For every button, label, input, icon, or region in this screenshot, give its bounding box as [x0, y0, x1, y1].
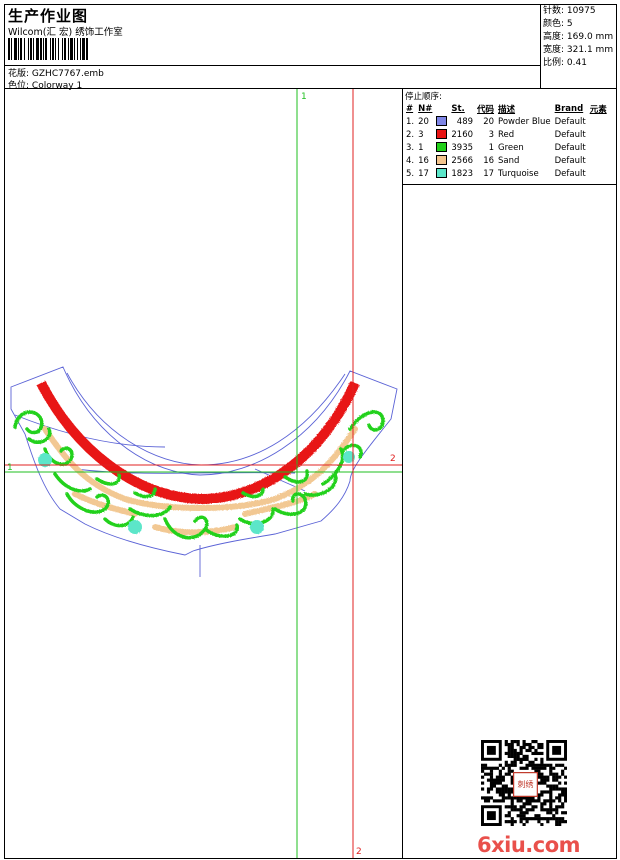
row-stitches: 2566 — [451, 155, 474, 166]
company-name: Wilcom(汇 宏) 绣饰工作室 — [8, 27, 123, 38]
row-stitches: 489 — [456, 116, 474, 127]
row-code: 16 — [483, 155, 495, 166]
page-title: 生产作业图 — [8, 7, 89, 25]
green-guide-label-top: 1 — [301, 92, 307, 102]
row-code: 20 — [483, 116, 495, 127]
row-needle: 16 — [418, 155, 429, 166]
row-brand: Default — [554, 155, 586, 166]
stat-scale: 比例: 0.41 — [543, 58, 587, 68]
col-element: 元素 — [589, 104, 607, 115]
stats-panel: 针数: 10975 颜色: 5 高度: 169.0 mm 宽度: 321.1 m… — [541, 5, 616, 89]
design-canvas[interactable]: 1 1 2 2 — [5, 89, 403, 858]
row-code: 1 — [488, 142, 495, 153]
row-index: 4. — [406, 155, 415, 166]
row-stitches: 1823 — [451, 168, 474, 179]
table-row[interactable]: 4. 16 2566 16 Sand Default — [404, 154, 609, 167]
qr-seal-text: 刺绣 — [517, 779, 533, 789]
table-row[interactable]: 5. 17 1823 17 Turquoise Default — [404, 167, 609, 180]
col-description: 描述 — [498, 104, 516, 115]
table-header-row: # N# St. 代码 描述 Brand 元素 — [404, 102, 609, 115]
row-needle: 1 — [418, 142, 424, 153]
row-brand: Default — [554, 142, 586, 153]
row-index: 5. — [406, 168, 415, 179]
row-description: Powder Blue — [498, 116, 551, 127]
color-swatch — [436, 155, 448, 166]
row-index: 1. — [406, 116, 415, 127]
row-needle: 17 — [418, 168, 429, 179]
row-swatch — [434, 128, 449, 141]
stat-stitches: 针数: 10975 — [543, 6, 596, 16]
table-row[interactable]: 3. 1 3935 1 Green Default — [404, 141, 609, 154]
row-index: 3. — [406, 142, 415, 153]
row-description: Sand — [498, 155, 520, 166]
row-needle: 3 — [418, 129, 424, 140]
barcode-icon — [8, 38, 88, 60]
stop-sequence-table: # N# St. 代码 描述 Brand 元素 1. 20 489 20 Powder … — [404, 102, 609, 180]
col-index: # — [406, 103, 414, 114]
stat-width: 宽度: 321.1 mm — [543, 45, 614, 55]
table-row[interactable]: 1. 20 489 20 Powder Blue Default — [404, 115, 609, 128]
qr-code: 刺绣 — [480, 739, 568, 827]
row-swatch — [434, 115, 449, 128]
row-description: Turquoise — [498, 168, 539, 179]
col-needle: N# — [418, 103, 433, 114]
embroidery-preview: 1 1 2 2 — [5, 89, 402, 858]
color-swatch — [436, 142, 448, 153]
row-index: 2. — [406, 129, 415, 140]
header-info: 生产作业图 Wilcom(汇 宏) 绣饰工作室 花版: GZHC7767.emb… — [5, 5, 541, 91]
col-code: 代码 — [477, 104, 495, 115]
row-stitches: 3935 — [451, 142, 474, 153]
row-code: 3 — [488, 129, 495, 140]
row-brand: Default — [554, 168, 586, 179]
color-swatch — [436, 116, 448, 127]
color-swatch — [436, 129, 448, 140]
row-needle: 20 — [418, 116, 429, 127]
stat-height: 高度: 169.0 mm — [543, 32, 614, 42]
col-brand: Brand — [554, 103, 584, 114]
stop-sequence-panel: 停止顺序: # N# St. 代码 描述 Brand 元素 1. 20 489 20 P… — [403, 89, 616, 185]
table-row[interactable]: 2. 3 2160 3 Red Default — [404, 128, 609, 141]
row-brand: Default — [554, 116, 586, 127]
row-swatch — [434, 167, 449, 180]
row-swatch — [434, 141, 449, 154]
stat-colors: 颜色: 5 — [543, 19, 573, 29]
row-description: Green — [498, 142, 524, 153]
color-swatch — [436, 168, 448, 179]
row-brand: Default — [554, 129, 586, 140]
row-description: Red — [498, 129, 515, 140]
row-code: 17 — [483, 168, 495, 179]
red-guide-label-right: 2 — [390, 454, 396, 464]
watermark-text: 6xiu.com — [477, 833, 581, 857]
stop-sequence-title: 停止顺序: — [405, 92, 442, 102]
production-sheet: 生产作业图 Wilcom(汇 宏) 绣饰工作室 花版: GZHC7767.emb… — [4, 4, 617, 859]
green-guide-label-left: 1 — [7, 463, 13, 473]
row-stitches: 2160 — [451, 129, 474, 140]
col-stitches: St. — [451, 103, 465, 114]
qr-code-icon: 刺绣 — [480, 739, 568, 827]
row-swatch — [434, 154, 449, 167]
red-guide-label-bottom: 2 — [356, 847, 362, 857]
